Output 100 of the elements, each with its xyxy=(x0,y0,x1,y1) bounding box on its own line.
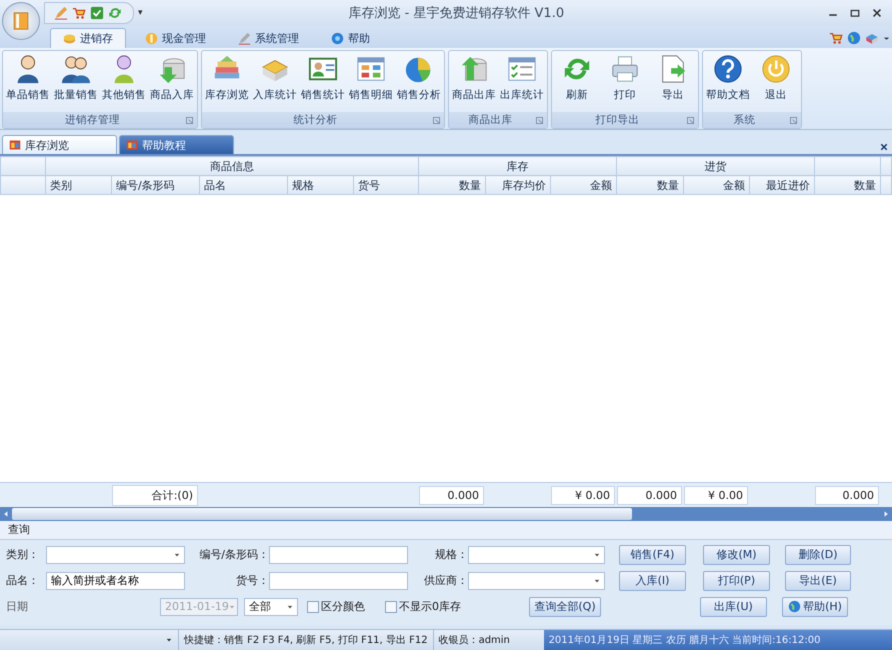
document-tab[interactable]: 库存浏览 xyxy=(2,135,117,154)
application-button[interactable] xyxy=(2,2,40,40)
column-header[interactable]: 规格 xyxy=(288,176,354,194)
ribbon-button[interactable]: 帮助文档 xyxy=(704,51,752,112)
ribbon-button[interactable]: 刷新 xyxy=(553,51,601,112)
button[interactable]: 导出(E) xyxy=(785,570,851,590)
caret-icon[interactable] xyxy=(166,637,172,643)
dropdown[interactable] xyxy=(468,572,605,590)
button[interactable]: 删除(D) xyxy=(785,544,851,564)
button[interactable]: 出库(U) xyxy=(700,596,767,616)
toolbar-button[interactable] xyxy=(71,5,87,21)
field-label: 规格： xyxy=(434,547,468,562)
total-cell: 0.000 xyxy=(419,486,484,504)
window-icon xyxy=(9,139,21,151)
checkbox[interactable] xyxy=(307,600,319,612)
dialog-launcher-icon[interactable] xyxy=(536,116,543,124)
dropdown[interactable]: 全部 xyxy=(244,598,298,616)
column-header[interactable]: 金额 xyxy=(550,176,617,194)
document-tab[interactable]: 帮助教程 xyxy=(119,135,234,154)
toolbar-button[interactable] xyxy=(107,5,123,21)
ribbon-button[interactable]: 批量销售 xyxy=(52,51,100,112)
column-header[interactable]: 数量 xyxy=(814,176,881,194)
checkmark-icon xyxy=(90,6,104,20)
column-header[interactable]: 金额 xyxy=(684,176,750,194)
column-header[interactable]: 数量 xyxy=(418,176,486,194)
column-header[interactable]: 数量 xyxy=(616,176,684,194)
group-label: 系统 xyxy=(732,113,756,127)
text-field[interactable] xyxy=(269,546,408,564)
total-cell: 0.000 xyxy=(617,486,682,504)
field-label: 编号/条形码： xyxy=(198,547,269,562)
dialog-launcher-icon[interactable] xyxy=(790,116,797,124)
cart-icon[interactable] xyxy=(829,31,843,45)
power-icon xyxy=(761,54,791,84)
dialog-launcher-icon[interactable] xyxy=(687,116,694,124)
left-arrow-icon[interactable] xyxy=(3,510,9,518)
text-field[interactable] xyxy=(269,572,408,590)
window-icon xyxy=(126,139,138,151)
button[interactable]: 查询全部(Q) xyxy=(529,596,601,616)
ribbon-button[interactable]: 单品销售 xyxy=(4,51,52,112)
ribbon-button[interactable]: 出库统计 xyxy=(498,51,546,112)
dialog-launcher-icon[interactable] xyxy=(186,116,193,124)
header-cell xyxy=(0,176,46,194)
help-button[interactable]: 帮助(H) xyxy=(782,596,848,616)
group-label: 打印导出 xyxy=(594,113,640,127)
ribbon-tab[interactable]: 帮助 xyxy=(318,28,383,48)
status-text: 快捷键：销售 F2 F3 F4, 刷新 F5, 打印 F11, 导出 F12 xyxy=(179,630,434,650)
ribbon-button[interactable]: 商品出库 xyxy=(450,51,498,112)
ribbon-tab[interactable]: 进销存 xyxy=(50,28,126,48)
group-label: 商品出库 xyxy=(468,113,514,127)
field-label: 日期 xyxy=(6,599,29,614)
ribbon-button[interactable]: 导出 xyxy=(649,51,697,112)
ribbon-button[interactable]: 商品入库 xyxy=(148,51,196,112)
caret-icon xyxy=(228,604,235,610)
checkbox[interactable] xyxy=(385,600,397,612)
total-cell: 0.000 xyxy=(815,486,879,504)
total-cell: 合计:(0) xyxy=(112,484,198,506)
ribbon-button[interactable]: 入库统计 xyxy=(251,51,299,112)
ribbon-button[interactable]: 销售明细 xyxy=(347,51,395,112)
total-cell: ¥ 0.00 xyxy=(684,486,748,504)
ribbon-tab[interactable]: 系统管理 xyxy=(225,28,312,48)
ribbon-button[interactable]: 库存浏览 xyxy=(203,51,251,112)
button[interactable]: 销售(F4) xyxy=(619,544,686,564)
ribbon-button[interactable]: 其他销售 xyxy=(100,51,148,112)
column-header[interactable]: 编号/条形码 xyxy=(112,176,200,194)
restore-icon xyxy=(850,8,860,18)
column-header[interactable]: 类别 xyxy=(46,176,112,194)
globe-icon[interactable] xyxy=(847,31,861,45)
caret-icon xyxy=(594,578,600,584)
cart-icon xyxy=(72,6,86,20)
ribbon-button[interactable]: 退出 xyxy=(752,51,800,112)
column-header[interactable]: 库存均价 xyxy=(486,176,551,194)
field-label: 供应商： xyxy=(423,573,468,588)
customize-toolbar-button[interactable]: ▾ xyxy=(134,8,147,18)
column-header[interactable]: 最近进价 xyxy=(750,176,815,194)
right-arrow-icon[interactable] xyxy=(883,510,889,518)
ribbon-tab[interactable]: 现金管理 xyxy=(132,28,219,48)
dropdown[interactable] xyxy=(46,546,185,564)
toolbar-button[interactable] xyxy=(53,5,69,21)
coins-icon xyxy=(63,32,76,45)
horizontal-scrollbar[interactable] xyxy=(0,507,892,521)
toolbar-button[interactable] xyxy=(89,5,105,21)
dropdown[interactable] xyxy=(468,546,605,564)
scrollbar-thumb[interactable] xyxy=(12,508,632,520)
close-button[interactable] xyxy=(870,6,884,20)
button[interactable]: 修改(M) xyxy=(703,544,770,564)
column-group-header: 进货 xyxy=(616,156,815,176)
button[interactable]: 打印(P) xyxy=(703,570,770,590)
ribbon-button[interactable]: 打印 xyxy=(601,51,649,112)
ribbon-button[interactable]: 销售统计 xyxy=(299,51,347,112)
printer-icon xyxy=(610,54,640,84)
close-icon[interactable] xyxy=(880,143,888,151)
column-header[interactable]: 货号 xyxy=(354,176,419,194)
column-group-header: 商品信息 xyxy=(46,156,419,176)
dialog-launcher-icon[interactable] xyxy=(433,116,440,124)
text-field[interactable]: 输入简拼或者名称 xyxy=(46,572,185,590)
ribbon-button[interactable]: 销售分析 xyxy=(395,51,443,112)
button[interactable]: 入库(I) xyxy=(619,570,686,590)
checkbox-label: 不显示0库存 xyxy=(399,599,461,614)
checkbox-label: 区分颜色 xyxy=(321,599,365,614)
column-header[interactable]: 品名 xyxy=(200,176,288,194)
